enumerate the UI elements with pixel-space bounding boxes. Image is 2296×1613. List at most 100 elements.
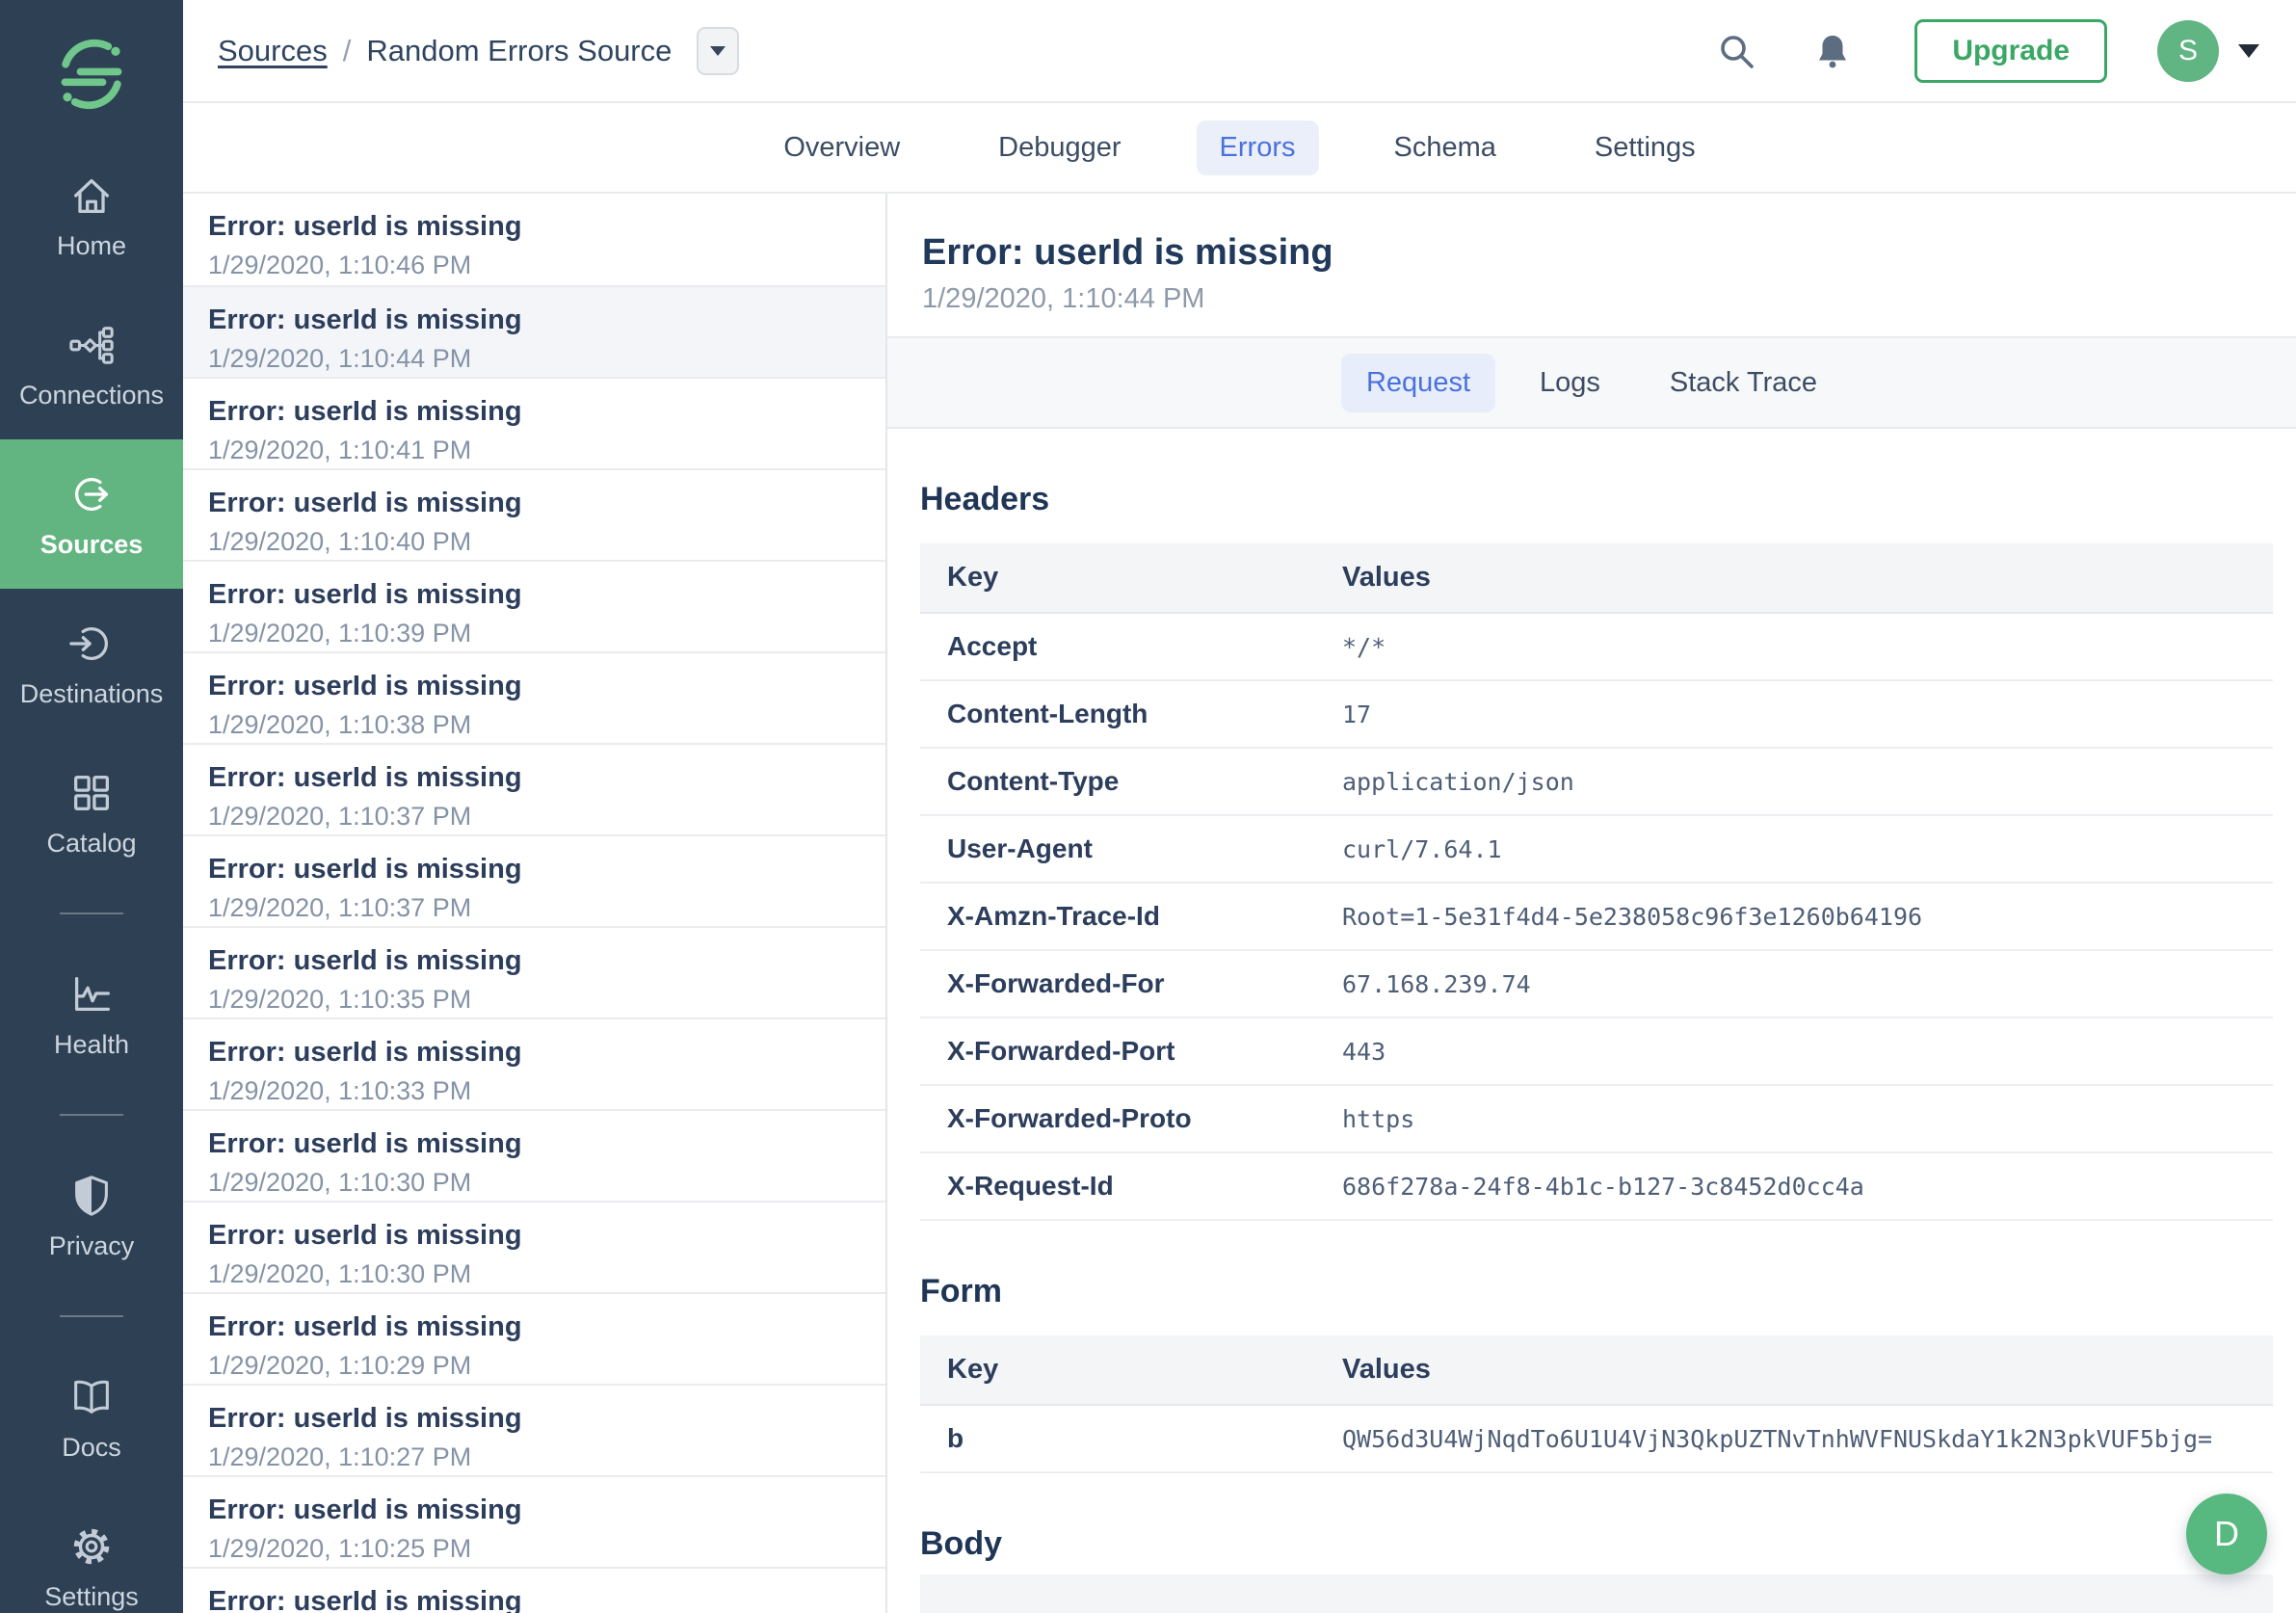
request-sections: Headers Key Values Accept */* Content-Length 1… (887, 429, 2296, 1613)
error-list-item[interactable]: Error: userId is missing 1/29/2020, 1:10:… (183, 194, 885, 285)
key-values-table: Key Values b QW56d3U4WjNqdTo6U1U4VjN3QkpUZT… (920, 1335, 2273, 1473)
error-list-item[interactable]: Error: userId is missing 1/29/2020, 1:10:… (183, 743, 885, 834)
error-list-item[interactable]: Error: userId is missing 1/29/2020, 1:10:… (183, 1475, 885, 1567)
table-row: Accept */* (920, 613, 2273, 681)
section-heading: Form (920, 1273, 1002, 1309)
tab-settings[interactable]: Settings (1571, 120, 1719, 175)
row-key: User-Agent (920, 815, 1342, 884)
error-item-title: Error: userId is missing (208, 1311, 522, 1342)
error-list-item[interactable]: Error: userId is missing 1/29/2020, 1:10:… (183, 1384, 885, 1475)
tab-debugger[interactable]: Debugger (975, 120, 1144, 175)
error-list-item[interactable]: Error: userId is missing 1/29/2020, 1:10:… (183, 560, 885, 651)
bell-icon (1819, 35, 1847, 67)
row-value: application/json (1342, 748, 2273, 816)
search-icon (1721, 35, 1755, 68)
key-values-table: Key Values Accept */* Content-Length 17 Conten… (920, 543, 2273, 1221)
error-item-title: Error: userId is missing (208, 762, 522, 793)
table-row: X-Forwarded-For 67.168.239.74 (920, 950, 2273, 1018)
error-item-title: Error: userId is missing (208, 396, 522, 427)
sidebar-item-privacy[interactable]: Privacy (0, 1141, 183, 1290)
sidebar-item-label: Privacy (48, 1231, 135, 1260)
row-value: 443 (1342, 1018, 2273, 1086)
table-row: X-Forwarded-Port 443 (920, 1018, 2273, 1086)
error-list-item[interactable]: Error: userId is missing (183, 1567, 885, 1613)
error-item-title: Error: userId is missing (208, 304, 522, 335)
error-list-item[interactable]: Error: userId is missing 1/29/2020, 1:10:… (183, 834, 885, 926)
breadcrumb-sources-link[interactable]: Sources (218, 34, 328, 68)
tab-errors[interactable]: Errors (1196, 119, 1319, 175)
error-item-timestamp: 1/29/2020, 1:10:33 PM (208, 1076, 472, 1105)
tab-schema[interactable]: Schema (1371, 120, 1519, 175)
error-timestamp: 1/29/2020, 1:10:44 PM (922, 283, 1205, 314)
row-key: X-Request-Id (920, 1152, 1342, 1221)
avatar[interactable]: S (2157, 19, 2219, 82)
breadcrumb: Sources / Random Errors Source (218, 26, 740, 75)
user-menu-caret-icon[interactable] (2238, 43, 2259, 58)
error-title: Error: userId is missing (922, 232, 1333, 273)
error-list-item[interactable]: Error: userId is missing 1/29/2020, 1:10:… (183, 926, 885, 1018)
docs-icon (67, 1373, 116, 1421)
sidebar-item-health[interactable]: Health (0, 939, 183, 1089)
breadcrumb-current: Random Errors Source (366, 33, 673, 67)
error-list-item[interactable]: Error: userId is missing 1/29/2020, 1:10:… (183, 1018, 885, 1109)
sidebar-item-catalog[interactable]: Catalog (0, 738, 183, 887)
upgrade-button[interactable]: Upgrade (1914, 18, 2107, 83)
detail-tab-stack-trace[interactable]: Stack Trace (1645, 354, 1842, 412)
error-list-item[interactable]: Error: userId is missing 1/29/2020, 1:10:… (183, 1292, 885, 1384)
error-list-item[interactable]: Error: userId is missing 1/29/2020, 1:10:… (183, 1201, 885, 1292)
table-row: Content-Type application/json (920, 748, 2273, 816)
error-item-title: Error: userId is missing (208, 1403, 522, 1434)
table-row: X-Forwarded-Proto https (920, 1085, 2273, 1153)
settings-icon (67, 1522, 116, 1571)
error-item-title: Error: userId is missing (208, 854, 522, 885)
error-list-item[interactable]: Error: userId is missing 1/29/2020, 1:10:… (183, 285, 885, 377)
chat-widget-button[interactable]: D (2186, 1494, 2267, 1574)
error-item-title: Error: userId is missing (208, 1220, 522, 1251)
error-item-timestamp: 1/29/2020, 1:10:27 PM (208, 1442, 472, 1471)
table-row: b QW56d3U4WjNqdTo6U1U4VjN3QkpUZTNvTnhWVFN… (920, 1405, 2273, 1473)
error-list-item[interactable]: Error: userId is missing 1/29/2020, 1:10:… (183, 468, 885, 560)
chat-widget-initial: D (2214, 1514, 2239, 1553)
detail-tabs: Request Logs Stack Trace (887, 336, 2296, 429)
table-row: User-Agent curl/7.64.1 (920, 815, 2273, 884)
content-area: Error: userId is missing 1/29/2020, 1:10:… (183, 194, 2296, 1613)
error-list-item[interactable]: Error: userId is missing 1/29/2020, 1:10:… (183, 1109, 885, 1201)
error-item-title: Error: userId is missing (208, 488, 522, 518)
error-list-item[interactable]: Error: userId is missing 1/29/2020, 1:10:… (183, 377, 885, 468)
column-header: Values (1342, 543, 2273, 614)
sources-icon (67, 470, 116, 518)
tab-overview[interactable]: Overview (760, 120, 923, 175)
source-switcher-button[interactable] (697, 26, 740, 75)
row-value: 67.168.239.74 (1342, 950, 2273, 1018)
sidebar-divider (60, 1315, 123, 1317)
row-key: X-Forwarded-Proto (920, 1085, 1342, 1153)
row-key: Content-Type (920, 748, 1342, 816)
sidebar-item-connections[interactable]: Connections (0, 290, 183, 439)
error-list: Error: userId is missing 1/29/2020, 1:10:… (183, 194, 887, 1613)
sidebar-item-label: Home (56, 231, 127, 260)
table-row: X-Request-Id 686f278a-24f8-4b1c-b127-3c84… (920, 1152, 2273, 1221)
sidebar-item-settings[interactable]: Settings (0, 1492, 183, 1613)
segment-logo-icon[interactable] (52, 35, 131, 114)
sidebar-item-label: Health (53, 1030, 130, 1059)
search-button[interactable] (1716, 31, 1756, 71)
error-item-timestamp: 1/29/2020, 1:10:25 PM (208, 1534, 472, 1563)
sidebar-divider (60, 912, 123, 914)
row-key: Content-Length (920, 680, 1342, 749)
sidebar-item-destinations[interactable]: Destinations (0, 589, 183, 738)
sidebar-item-sources[interactable]: Sources (0, 439, 183, 589)
error-item-timestamp: 1/29/2020, 1:10:37 PM (208, 802, 472, 831)
sidebar: Home Connections Sources Destinations Ca… (0, 0, 183, 1613)
error-item-timestamp: 1/29/2020, 1:10:40 PM (208, 527, 472, 556)
detail-tab-logs[interactable]: Logs (1515, 354, 1625, 412)
error-detail-panel: Error: userId is missing 1/29/2020, 1:10… (887, 194, 2296, 1613)
column-header: Values (1342, 1335, 2273, 1406)
sidebar-item-home[interactable]: Home (0, 141, 183, 290)
error-item-timestamp: 1/29/2020, 1:10:41 PM (208, 436, 472, 464)
error-list-item[interactable]: Error: userId is missing 1/29/2020, 1:10:… (183, 651, 885, 743)
row-value: https (1342, 1085, 2273, 1153)
sidebar-item-docs[interactable]: Docs (0, 1342, 183, 1492)
detail-tab-request[interactable]: Request (1340, 353, 1495, 412)
error-item-title: Error: userId is missing (208, 671, 522, 701)
notifications-button[interactable] (1812, 31, 1853, 71)
